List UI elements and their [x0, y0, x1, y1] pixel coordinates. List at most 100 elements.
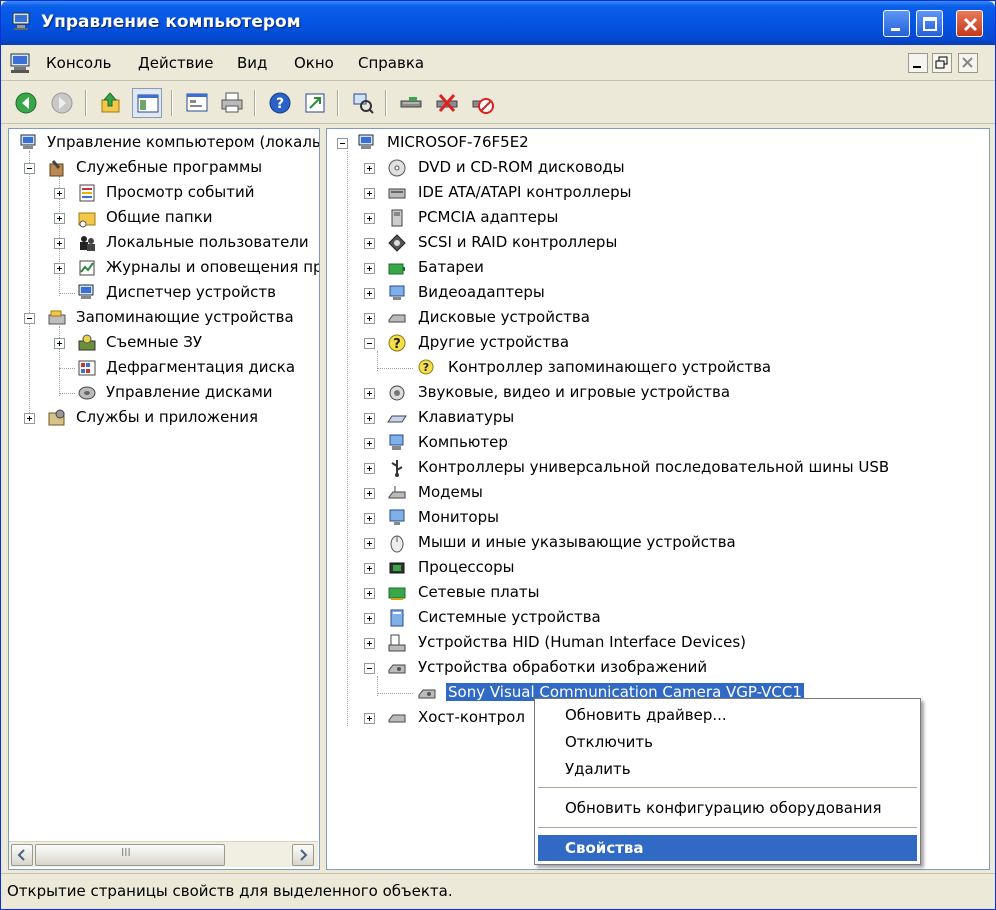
tree-item-removable-storage[interactable]: Съемные ЗУ [9, 331, 319, 356]
device-category-sound[interactable]: Звуковые, видео и игровые устройства [327, 381, 987, 406]
menu-update-driver[interactable]: Обновить драйвер... [538, 702, 917, 728]
expand-toggle[interactable] [364, 638, 375, 649]
device-category-network[interactable]: Сетевые платы [327, 581, 987, 606]
scrollbar-thumb[interactable]: III [35, 844, 225, 866]
expand-toggle[interactable] [364, 588, 375, 599]
tree-item-disk-management[interactable]: Управление дисками [9, 381, 319, 406]
tree-item-storage[interactable]: Запоминающие устройства [9, 306, 319, 331]
expand-toggle[interactable] [54, 213, 65, 224]
device-category-pcmcia[interactable]: PCMCIA адаптеры [327, 206, 987, 231]
device-category-system[interactable]: Системные устройства [327, 606, 987, 631]
device-category-modems[interactable]: Модемы [327, 481, 987, 506]
expand-toggle[interactable] [364, 463, 375, 474]
expand-toggle[interactable] [364, 413, 375, 424]
device-category-computer[interactable]: Компьютер [327, 431, 987, 456]
menu-help[interactable]: Справка [358, 54, 424, 72]
device-category-imaging[interactable]: Устройства обработки изображений [327, 656, 987, 681]
menu-scan-hardware[interactable]: Обновить конфигурацию оборудования [538, 795, 917, 821]
expand-toggle[interactable] [54, 188, 65, 199]
expand-toggle[interactable] [364, 288, 375, 299]
expand-toggle[interactable] [364, 438, 375, 449]
device-category-ide[interactable]: IDE ATA/ATAPI контроллеры [327, 181, 987, 206]
collapse-toggle[interactable] [24, 163, 35, 174]
menu-properties[interactable]: Свойства [538, 835, 917, 861]
device-category-batteries[interactable]: Батареи [327, 256, 987, 281]
scan-hardware-icon[interactable] [348, 88, 378, 118]
scroll-left-button[interactable] [11, 844, 33, 866]
collapse-toggle[interactable] [364, 338, 375, 349]
minimize-button[interactable] [883, 10, 910, 37]
tree-item-local-users[interactable]: Локальные пользователи [9, 231, 319, 256]
tree-item-services-applications[interactable]: Службы и приложения [9, 406, 319, 431]
print-icon[interactable] [217, 88, 247, 118]
expand-toggle[interactable] [54, 238, 65, 249]
back-icon[interactable] [11, 88, 41, 118]
menu-view[interactable]: Вид [237, 54, 267, 72]
horizontal-scrollbar[interactable]: III [9, 841, 318, 867]
scroll-right-button[interactable] [292, 844, 314, 866]
expand-toggle[interactable] [54, 338, 65, 349]
menu-window[interactable]: Окно [294, 54, 334, 72]
unknown-device-icon: ? [387, 333, 407, 353]
device-category-scsi[interactable]: SCSI и RAID контроллеры [327, 231, 987, 256]
close-button[interactable] [956, 10, 983, 37]
disable-device-icon[interactable] [432, 88, 462, 118]
expand-toggle[interactable] [364, 563, 375, 574]
uninstall-device-icon[interactable] [468, 88, 498, 118]
expand-toggle[interactable] [364, 163, 375, 174]
collapse-toggle[interactable] [337, 138, 348, 149]
tree-item-system-tools[interactable]: Служебные программы [9, 156, 319, 181]
maximize-button[interactable] [916, 10, 943, 37]
device-category-mice[interactable]: Мыши и иные указывающие устройства [327, 531, 987, 556]
tree-item-shared-folders[interactable]: Общие папки [9, 206, 319, 231]
device-category-processors[interactable]: Процессоры [327, 556, 987, 581]
device-category-hid[interactable]: Устройства HID (Human Interface Devices) [327, 631, 987, 656]
collapse-toggle[interactable] [364, 663, 375, 674]
expand-toggle[interactable] [364, 238, 375, 249]
update-driver-icon[interactable] [396, 88, 426, 118]
help-icon[interactable]: ? [265, 88, 295, 118]
expand-toggle[interactable] [364, 713, 375, 724]
menu-action[interactable]: Действие [138, 54, 214, 72]
menu-disable[interactable]: Отключить [538, 729, 917, 755]
child-close-button[interactable] [958, 53, 978, 73]
device-category-other[interactable]: ? Другие устройства [327, 331, 987, 356]
title-bar[interactable]: Управление компьютером [1, 1, 995, 45]
device-category-keyboards[interactable]: Клавиатуры [327, 406, 987, 431]
device-category-display[interactable]: Видеоадаптеры [327, 281, 987, 306]
up-folder-icon[interactable] [96, 88, 126, 118]
expand-toggle[interactable] [364, 613, 375, 624]
device-storage-controller[interactable]: ? Контроллер запоминающего устройства [327, 356, 987, 381]
tree-item-performance-logs[interactable]: Журналы и оповещения пр [9, 256, 319, 281]
expand-toggle[interactable] [54, 263, 65, 274]
collapse-toggle[interactable] [24, 313, 35, 324]
device-category-disk-drives[interactable]: Дисковые устройства [327, 306, 987, 331]
expand-toggle[interactable] [364, 263, 375, 274]
menu-uninstall[interactable]: Удалить [538, 756, 917, 782]
properties-icon[interactable] [182, 88, 212, 118]
expand-toggle[interactable] [364, 313, 375, 324]
console-window-icon[interactable] [9, 52, 33, 74]
child-minimize-button[interactable] [908, 53, 928, 73]
device-category-dvd[interactable]: DVD и CD-ROM дисководы [327, 156, 987, 181]
expand-toggle[interactable] [364, 513, 375, 524]
forward-icon[interactable] [47, 88, 77, 118]
tree-item-device-manager[interactable]: Диспетчер устройств [9, 281, 319, 306]
device-tree-root[interactable]: MICROSOF-76F5E2 [327, 131, 987, 156]
menu-console[interactable]: Консоль [46, 54, 112, 72]
expand-toggle[interactable] [24, 413, 35, 424]
expand-toggle[interactable] [364, 538, 375, 549]
tree-item-event-viewer[interactable]: Просмотр событий [9, 181, 319, 206]
expand-toggle[interactable] [364, 488, 375, 499]
device-category-monitors[interactable]: Мониторы [327, 506, 987, 531]
device-category-usb[interactable]: Контроллеры универсальной последовательн… [327, 456, 987, 481]
expand-toggle[interactable] [364, 388, 375, 399]
export-icon[interactable] [300, 88, 330, 118]
child-restore-button[interactable] [932, 53, 952, 73]
tree-item-computer-management[interactable]: Управление компьютером (локаль [9, 131, 319, 156]
expand-toggle[interactable] [364, 188, 375, 199]
console-tree-pane[interactable]: Управление компьютером (локаль Служебные… [8, 128, 320, 870]
expand-toggle[interactable] [364, 213, 375, 224]
show-tree-icon[interactable] [132, 88, 162, 118]
tree-item-defrag[interactable]: Дефрагментация диска [9, 356, 319, 381]
